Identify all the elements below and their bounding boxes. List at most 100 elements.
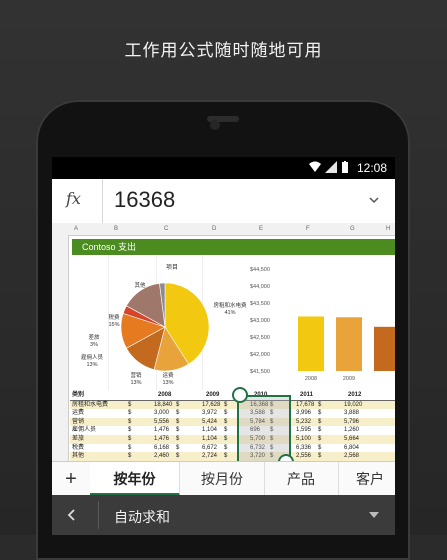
table-cell[interactable]: 运费 [72, 409, 84, 418]
table-row[interactable]: 雇佣人员 $1,476 $1,104 $696 $1,595 $1,260 [70, 426, 395, 435]
table-cell[interactable]: 2,556 [296, 452, 311, 461]
table-cell[interactable]: $ [176, 401, 179, 410]
table-cell[interactable]: $ [176, 418, 179, 427]
table-cell[interactable]: 2,460 [154, 452, 169, 461]
table-cell[interactable]: $ [224, 435, 227, 444]
chevron-down-icon[interactable] [367, 193, 381, 207]
table-cell[interactable]: $ [176, 435, 179, 444]
table-cell[interactable]: $ [176, 426, 179, 435]
table-cell[interactable]: 1,104 [202, 426, 217, 435]
table-cell[interactable]: 雇佣人员 [72, 426, 96, 435]
table-cell[interactable]: 5,100 [296, 435, 311, 444]
table-cell[interactable]: $ [224, 418, 227, 427]
bar[interactable] [336, 317, 362, 371]
table-cell[interactable]: $ [224, 401, 227, 410]
table-cell[interactable]: 5,232 [296, 418, 311, 427]
autosum-command[interactable]: 自动求和 [114, 507, 170, 527]
column-header[interactable]: F [306, 226, 310, 232]
table-row[interactable]: 其他 $2,460 $2,724 $3,720 $2,556 $2,568 [70, 452, 395, 461]
column-header[interactable]: B [114, 226, 118, 232]
table-cell[interactable]: $ [128, 409, 131, 418]
table-cell[interactable]: 19,020 [344, 401, 362, 410]
spreadsheet-grid[interactable]: A B C D E F G H Contoso 支出 项目 房租和水电费 41% 运… [52, 223, 395, 470]
table-cell[interactable]: $ [128, 452, 131, 461]
add-sheet-button[interactable]: + [52, 462, 91, 496]
table-cell[interactable]: 2,724 [202, 452, 217, 461]
table-cell[interactable]: $ [318, 426, 321, 435]
table-cell[interactable]: $ [128, 444, 131, 453]
table-row[interactable]: 运费 $3,000 $3,972 $3,588 $3,996 $3,888 [70, 409, 395, 418]
table-cell[interactable]: $ [224, 409, 227, 418]
table-cell[interactable]: $ [318, 409, 321, 418]
table-cell[interactable]: 2,568 [344, 452, 359, 461]
table-cell[interactable]: 差旅 [72, 435, 84, 444]
table-cell[interactable]: 5,556 [154, 418, 169, 427]
table-header-cell[interactable]: 2012 [348, 391, 361, 400]
table-cell[interactable]: $ [128, 426, 131, 435]
table-header-cell[interactable]: 类别 [72, 391, 84, 400]
table-cell[interactable]: 1,476 [154, 426, 169, 435]
table-cell[interactable]: $ [318, 435, 321, 444]
bar-chart[interactable]: $44,500 $44,000 $43,500 $43,000 $42,500 $42,0… [248, 259, 395, 387]
table-cell[interactable]: 3,972 [202, 409, 217, 418]
table-header-cell[interactable]: 2009 [206, 391, 219, 400]
dropdown-triangle-icon[interactable] [369, 512, 379, 518]
column-header[interactable]: A [74, 226, 78, 232]
table-cell[interactable]: $ [224, 444, 227, 453]
tab-products[interactable]: 产品 [264, 462, 339, 496]
column-header[interactable]: E [259, 226, 263, 232]
table-cell[interactable]: $ [318, 452, 321, 461]
formula-bar[interactable]: fx 16368 [52, 179, 395, 224]
column-header[interactable]: H [386, 226, 390, 232]
data-table[interactable]: 类别 2008 2009 2010 2011 2012 房租和水电费 $18,840 $17,6… [70, 391, 395, 470]
bar[interactable] [298, 316, 324, 371]
tab-by-month[interactable]: 按月份 [180, 462, 265, 496]
column-header[interactable]: D [212, 226, 216, 232]
table-cell[interactable]: 房租和水电费 [72, 401, 108, 410]
table-cell[interactable]: $ [318, 401, 321, 410]
table-cell[interactable]: 税费 [72, 444, 84, 453]
table-cell[interactable]: 1,104 [202, 435, 217, 444]
bar[interactable] [374, 326, 395, 371]
table-cell[interactable]: $ [224, 452, 227, 461]
table-cell[interactable]: 1,260 [344, 426, 359, 435]
tab-by-year[interactable]: 按年份 [90, 462, 180, 496]
formula-value[interactable]: 16368 [114, 187, 175, 213]
table-cell[interactable]: 6,336 [296, 444, 311, 453]
table-header-cell[interactable]: 2008 [158, 391, 171, 400]
table-cell[interactable]: 营销 [72, 418, 84, 427]
table-header-cell[interactable]: 2011 [300, 391, 313, 400]
table-cell[interactable]: 3,000 [154, 409, 169, 418]
tab-customers[interactable]: 客户 [338, 462, 395, 496]
table-cell[interactable]: 5,664 [344, 435, 359, 444]
fx-icon[interactable]: fx [66, 189, 88, 208]
table-cell[interactable]: 18,840 [154, 401, 172, 410]
table-cell[interactable]: 1,595 [296, 426, 311, 435]
table-cell[interactable]: 3,888 [344, 409, 359, 418]
table-row[interactable]: 营销 $5,556 $5,424 $5,784 $5,232 $5,796 [70, 417, 395, 427]
table-cell[interactable]: 5,424 [202, 418, 217, 427]
table-cell[interactable]: $ [176, 452, 179, 461]
back-chevron-icon[interactable] [64, 507, 80, 523]
table-cell[interactable]: 3,996 [296, 409, 311, 418]
table-cell[interactable]: $ [176, 409, 179, 418]
column-header[interactable]: G [350, 226, 355, 232]
table-cell[interactable]: $ [318, 444, 321, 453]
table-cell[interactable]: $ [128, 418, 131, 427]
table-row[interactable]: 差旅 $1,476 $1,104 $5,700 $5,100 $5,664 [70, 434, 395, 444]
table-cell[interactable]: 6,672 [202, 444, 217, 453]
table-cell[interactable]: 17,628 [202, 401, 220, 410]
table-row[interactable]: 税费 $6,168 $6,672 $6,732 $6,336 $6,804 [70, 444, 395, 453]
table-cell[interactable]: 1,476 [154, 435, 169, 444]
table-cell[interactable]: $ [128, 401, 131, 410]
table-cell[interactable]: 5,796 [344, 418, 359, 427]
table-cell[interactable]: $ [176, 444, 179, 453]
pie-chart[interactable]: 项目 房租和水电费41%运费13%营销13%雇佣人员13%差旅3%税费15%其他 [70, 259, 260, 389]
table-cell[interactable]: 其他 [72, 452, 84, 461]
column-header[interactable]: C [164, 226, 168, 232]
selection-handle-top[interactable] [232, 387, 248, 403]
table-cell[interactable]: 6,804 [344, 444, 359, 453]
table-cell[interactable]: $ [318, 418, 321, 427]
table-cell[interactable]: $ [224, 426, 227, 435]
table-cell[interactable]: $ [128, 435, 131, 444]
